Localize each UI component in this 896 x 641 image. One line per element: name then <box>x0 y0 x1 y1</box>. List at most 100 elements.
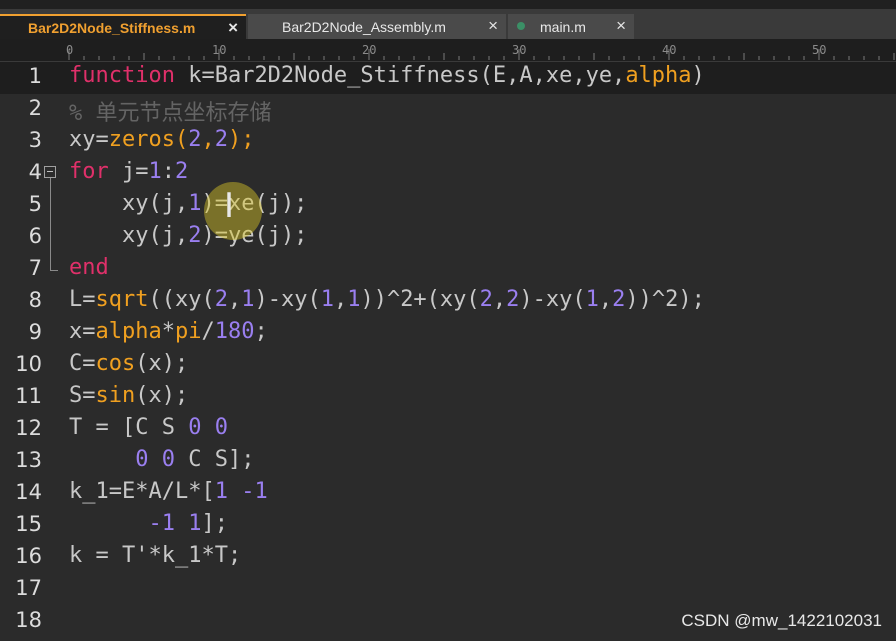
line-number: 11 <box>15 384 42 408</box>
code-line[interactable]: 6 xy(j,2)=ye(j); <box>0 222 896 254</box>
code-token: pi <box>174 319 202 344</box>
line-number: 13 <box>15 448 42 472</box>
line-number: 14 <box>15 480 42 504</box>
saved-status-dot-icon <box>517 22 525 30</box>
editor-tab-bar: Bar2D2Node_Stiffness.m × Bar2D2Node_Asse… <box>0 9 896 39</box>
code-text: -1 1]; <box>69 511 227 536</box>
code-token: sin <box>95 383 136 408</box>
code-text: xy(j,1)=xe(j); <box>69 191 307 216</box>
code-token: 2 <box>214 287 228 312</box>
code-line[interactable]: 7 end <box>0 254 896 286</box>
close-icon[interactable]: × <box>228 19 238 36</box>
code-token: 2 <box>479 287 493 312</box>
code-line[interactable]: 14 k_1=E*A/L*[1 -1 <box>0 478 896 510</box>
code-token: * <box>161 319 175 344</box>
code-token: , <box>492 287 507 312</box>
code-token: ))^2); <box>625 287 705 312</box>
code-line[interactable]: 9 x=alpha*pi/180; <box>0 318 896 350</box>
code-text: function k=Bar2D2Node_Stiffness(E,A,xe,y… <box>69 63 705 88</box>
line-number: 7 <box>28 256 42 280</box>
code-token: ))^2+(xy( <box>360 287 480 312</box>
line-number: 10 <box>15 352 42 376</box>
line-number: 3 <box>28 128 42 152</box>
code-line[interactable]: 17 <box>0 574 896 606</box>
tab-bar2d2node-assembly[interactable]: Bar2D2Node_Assembly.m × <box>248 14 506 39</box>
code-token: 1 <box>585 287 599 312</box>
code-token: C S]; <box>174 447 255 472</box>
code-token: sqrt <box>95 287 149 312</box>
code-line[interactable]: 10 C=cos(x); <box>0 350 896 382</box>
code-token: , <box>227 287 242 312</box>
code-token: k=Bar2D2Node_Stiffness(E,A,xe,ye, <box>174 63 626 88</box>
code-token: 1 <box>347 287 361 312</box>
code-token: , <box>333 287 348 312</box>
code-line[interactable]: 4 for j=1:2 <box>0 158 896 190</box>
code-token: 2 <box>214 127 228 152</box>
code-token: function <box>69 63 175 88</box>
code-token: 0 0 <box>135 447 175 472</box>
code-token: ); <box>227 127 255 152</box>
code-token: )=ye(j); <box>201 223 308 248</box>
code-text: for j=1:2 <box>69 159 188 184</box>
code-token: end <box>69 255 109 280</box>
tab-label: main.m <box>540 18 586 35</box>
close-icon[interactable]: × <box>616 17 626 34</box>
code-token: alpha <box>95 319 162 344</box>
fold-guide-end <box>50 270 58 271</box>
code-token: 2 <box>188 127 202 152</box>
code-token: xy(j, <box>69 191 189 216</box>
code-token: k_1=E*A/L*[ <box>69 479 215 504</box>
code-token: / <box>201 319 215 344</box>
line-number: 2 <box>28 96 42 120</box>
ruler-label: 10 <box>212 43 227 57</box>
ruler-label: 0 <box>66 43 74 57</box>
fold-toggle-icon[interactable] <box>44 166 56 178</box>
code-editor[interactable]: 18 17 16 k = T'*k_1*T; 15 -1 1]; 14 k_1=E*A/L*… <box>0 62 896 641</box>
tab-main[interactable]: main.m × <box>508 14 634 39</box>
tab-bar2d2node-stiffness[interactable]: Bar2D2Node_Stiffness.m × <box>0 14 246 39</box>
tab-label: Bar2D2Node_Assembly.m <box>282 18 446 35</box>
code-token: (x); <box>135 383 189 408</box>
line-number: 1 <box>28 64 42 88</box>
code-text: k_1=E*A/L*[1 -1 <box>69 479 268 504</box>
line-number: 17 <box>15 576 42 600</box>
code-line[interactable]: 13 0 0 C S]; <box>0 446 896 478</box>
code-line[interactable]: 12 T = [C S 0 0 <box>0 414 896 446</box>
code-token: )-xy( <box>254 287 321 312</box>
code-text: C=cos(x); <box>69 351 188 376</box>
code-line[interactable]: 15 -1 1]; <box>0 510 896 542</box>
ruler-ticks <box>68 49 895 60</box>
code-line[interactable]: 2 % 单元节点坐标存储 <box>0 94 896 126</box>
code-line[interactable]: 16 k = T'*k_1*T; <box>0 542 896 574</box>
code-line[interactable]: 8 L=sqrt((xy(2,1)-xy(1,1))^2+(xy(2,2)-xy(… <box>0 286 896 318</box>
code-text: end <box>69 255 109 280</box>
code-token: L= <box>69 287 96 312</box>
line-number: 8 <box>28 288 42 312</box>
close-icon[interactable]: × <box>488 17 498 34</box>
ruler-label: 30 <box>512 43 527 57</box>
code-token: S= <box>69 383 96 408</box>
tab-label: Bar2D2Node_Stiffness.m <box>28 19 196 36</box>
code-token: -1 1 <box>148 511 202 536</box>
code-token: for <box>69 159 109 184</box>
code-line[interactable]: 11 S=sin(x); <box>0 382 896 414</box>
code-token: 2 <box>188 223 202 248</box>
code-token: alpha <box>625 63 692 88</box>
code-token: : <box>161 159 175 184</box>
code-token: xy= <box>69 127 109 152</box>
code-token: 180 <box>214 319 255 344</box>
line-number: 4 <box>28 160 42 184</box>
code-line[interactable]: 3 xy=zeros(2,2); <box>0 126 896 158</box>
code-token: C= <box>69 351 96 376</box>
code-token: T = [C S <box>69 415 189 440</box>
code-line[interactable]: 1 function k=Bar2D2Node_Stiffness(E,A,xe,… <box>0 62 896 94</box>
code-token: % 单元节点坐标存储 <box>69 101 272 126</box>
code-token: (x); <box>135 351 189 376</box>
code-text: xy=zeros(2,2); <box>69 127 254 152</box>
code-token: ( <box>174 127 189 152</box>
line-number: 18 <box>15 608 42 632</box>
code-line[interactable]: 5 xy(j,1)=xe(j); <box>0 190 896 222</box>
code-token: ((xy( <box>148 287 215 312</box>
